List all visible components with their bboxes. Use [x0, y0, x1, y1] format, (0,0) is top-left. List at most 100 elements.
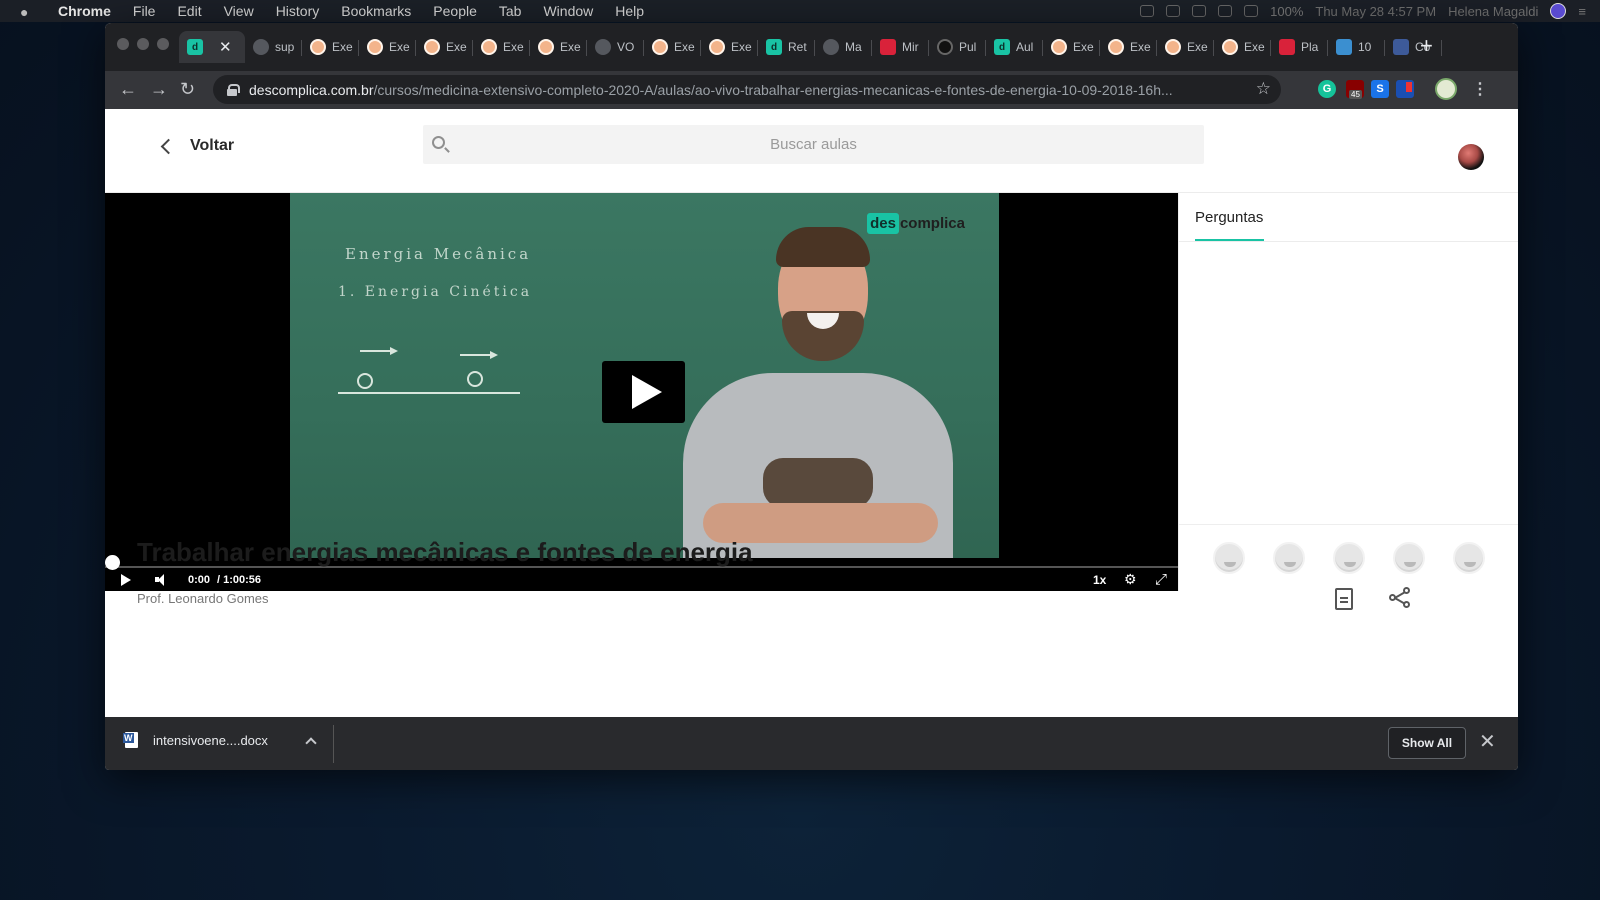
browser-tab[interactable]: Pul [929, 31, 986, 63]
browser-tab[interactable]: d Aul [986, 31, 1043, 63]
apple-icon[interactable]: ● [20, 4, 34, 20]
minimize-window-button[interactable] [137, 38, 149, 50]
back-link[interactable]: Voltar [160, 137, 234, 155]
browser-tab[interactable]: Mir [872, 31, 929, 63]
browser-tab[interactable]: Exe [1214, 31, 1271, 63]
browser-tab[interactable]: Exe [416, 31, 473, 63]
browser-tab[interactable]: Exe [644, 31, 701, 63]
user-avatar[interactable] [1458, 144, 1484, 170]
chrome-menu-icon[interactable]: ⋮ [1472, 79, 1488, 99]
face-icon [424, 39, 440, 55]
lock-icon[interactable] [227, 83, 240, 96]
address-bar[interactable]: descomplica.com.br /cursos/medicina-exte… [213, 75, 1281, 104]
chalk-text-1: Energia Mecânica [345, 245, 532, 263]
descomplica-icon: d [994, 39, 1010, 55]
siri-icon[interactable] [1550, 3, 1567, 19]
macos-menubar: ● Chrome File Edit View History Bookmark… [0, 0, 1600, 22]
menu-tab[interactable]: Tab [499, 3, 522, 19]
wifi-icon[interactable] [1218, 5, 1233, 17]
face-icon [709, 39, 725, 55]
browser-tab[interactable]: Exe [1157, 31, 1214, 63]
s-extension-icon[interactable]: S [1371, 80, 1389, 98]
airplay-icon[interactable] [1192, 5, 1207, 17]
forward-arrow-icon[interactable]: → [150, 80, 168, 98]
grammarly-extension-icon[interactable]: G [1318, 80, 1336, 98]
url-path: /cursos/medicina-extensivo-completo-2020… [373, 81, 1173, 98]
close-icon[interactable]: ✕ [1479, 731, 1496, 753]
tab-title: 10 [1358, 40, 1372, 54]
tab-title: Exe [446, 40, 467, 54]
menubar-clock[interactable]: Thu May 28 4:57 PM [1315, 4, 1436, 19]
play-overlay-button[interactable] [602, 361, 685, 423]
show-all-button[interactable]: Show All [1388, 727, 1466, 759]
new-tab-button[interactable]: + [1420, 35, 1433, 57]
menubar-user[interactable]: Helena Magaldi [1448, 4, 1538, 19]
dropbox-icon[interactable] [1166, 5, 1181, 17]
descomplica-icon: d [766, 39, 782, 55]
profile-avatar-icon[interactable] [1435, 78, 1457, 100]
menu-bookmarks[interactable]: Bookmarks [341, 3, 411, 19]
search-input[interactable]: Buscar aulas [423, 125, 1204, 164]
browser-tab[interactable]: Exe [302, 31, 359, 63]
notification-center-icon[interactable]: ≡ [1578, 4, 1586, 19]
browser-tab[interactable]: Co [1385, 31, 1442, 63]
status-icon[interactable] [1140, 5, 1155, 17]
document-icon[interactable] [1335, 588, 1353, 610]
lesson-info: Trabalhar energias mecânicas e fontes de… [105, 507, 1518, 645]
globe-icon [823, 39, 839, 55]
search-placeholder: Buscar aulas [770, 136, 857, 153]
menu-view[interactable]: View [224, 3, 254, 19]
menu-history[interactable]: History [276, 3, 320, 19]
tab-title: Exe [1244, 40, 1265, 54]
browser-tab[interactable]: d ✕ [179, 31, 245, 63]
url-host: descomplica.com.br [249, 81, 374, 98]
site-header: Voltar Buscar aulas [105, 109, 1518, 193]
tab-perguntas[interactable]: Perguntas [1195, 209, 1263, 226]
volume-icon[interactable] [1244, 5, 1259, 17]
menu-help[interactable]: Help [615, 3, 644, 19]
bookmark-star-icon[interactable]: ☆ [1256, 79, 1271, 99]
zoom-window-button[interactable] [157, 38, 169, 50]
browser-tab[interactable]: VO [587, 31, 644, 63]
tab-title: Exe [1073, 40, 1094, 54]
battery-percent[interactable]: 100% [1270, 4, 1303, 19]
trello-extension-icon[interactable] [1396, 80, 1414, 98]
menu-window[interactable]: Window [543, 3, 593, 19]
browser-tab[interactable]: Exe [359, 31, 416, 63]
browser-tab[interactable]: Pla [1271, 31, 1328, 63]
reload-icon[interactable]: ↻ [180, 80, 195, 98]
tab-strip: d ✕ sup Exe Exe Exe Exe Exe VO Exe Exe d Ret Ma Mir Pul… [105, 23, 1518, 71]
download-item[interactable]: intensivoene....docx [123, 732, 268, 748]
chalk-drawing [338, 347, 520, 394]
browser-tab[interactable]: d Ret [758, 31, 815, 63]
chevron-left-icon [160, 138, 177, 154]
face-icon [652, 39, 668, 55]
tab-title: Pul [959, 40, 977, 54]
close-tab-icon[interactable]: ✕ [219, 38, 232, 56]
tab-title: Exe [674, 40, 695, 54]
browser-tab[interactable]: Ma [815, 31, 872, 63]
browser-tab[interactable]: Exe [473, 31, 530, 63]
menu-app-name[interactable]: Chrome [58, 3, 111, 19]
browser-tab[interactable]: sup [245, 31, 302, 63]
menu-file[interactable]: File [133, 3, 156, 19]
browser-tab[interactable]: Exe [1100, 31, 1157, 63]
browser-tab[interactable]: 10 [1328, 31, 1385, 63]
browser-tab[interactable]: Exe [701, 31, 758, 63]
tab-title: Aul [1016, 40, 1034, 54]
menubar-status-area: 100% Thu May 28 4:57 PM Helena Magaldi ≡ [1140, 0, 1586, 22]
tab-title: Mir [902, 40, 919, 54]
download-file-name: intensivoene....docx [153, 732, 268, 748]
close-window-button[interactable] [117, 38, 129, 50]
menu-edit[interactable]: Edit [177, 3, 201, 19]
face-icon [481, 39, 497, 55]
menu-people[interactable]: People [433, 3, 477, 19]
browser-tab[interactable]: Exe [1043, 31, 1100, 63]
ublock-extension-icon[interactable]: 45 [1346, 80, 1364, 99]
tab-title: VO [617, 40, 635, 54]
share-icon[interactable] [1389, 587, 1411, 609]
chevron-up-icon[interactable] [305, 737, 317, 749]
back-arrow-icon[interactable]: ← [119, 80, 137, 98]
lesson-title: Trabalhar energias mecânicas e fontes de… [137, 537, 753, 567]
browser-tab[interactable]: Exe [530, 31, 587, 63]
